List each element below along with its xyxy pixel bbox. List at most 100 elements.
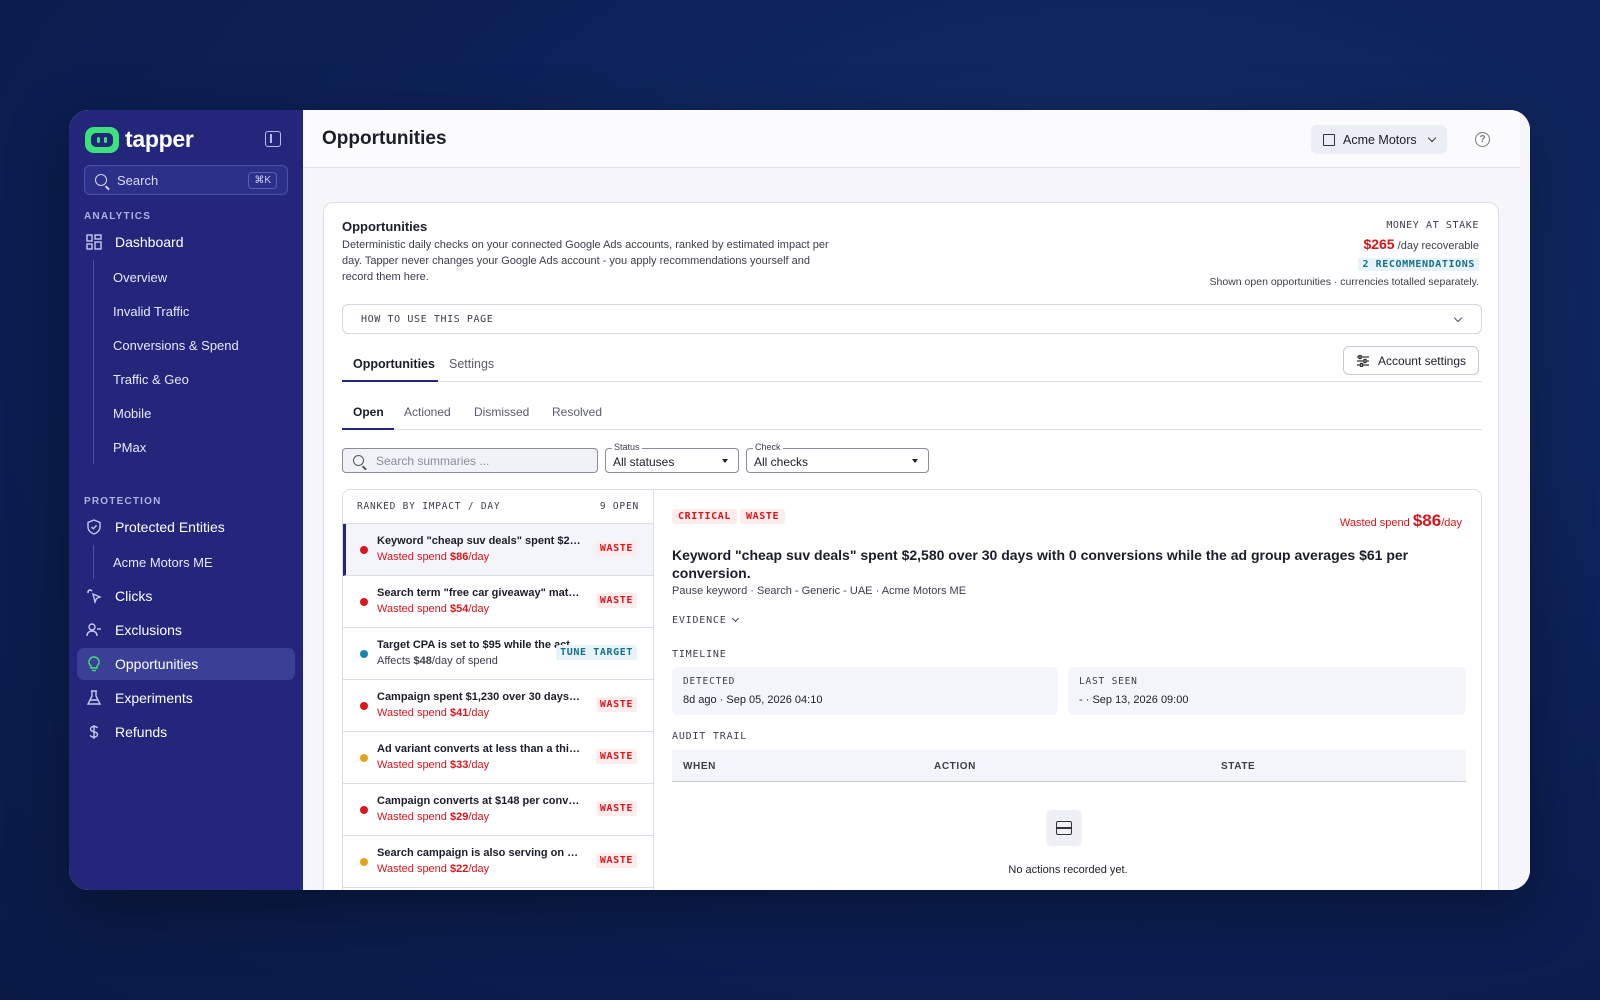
main-tabs: Opportunities Settings	[342, 349, 1482, 382]
tab-opportunities[interactable]: Opportunities	[353, 357, 435, 371]
severity-dot	[360, 754, 368, 762]
list-item[interactable]: Search campaign is also serving on the d…	[343, 836, 653, 888]
list-item[interactable]: Campaign spent $1,230 over 30 days witho…	[343, 680, 653, 732]
sidebar-item-opportunities[interactable]: Opportunities	[77, 648, 295, 680]
list-item-title: Campaign converts at $148 per conversion…	[377, 795, 581, 807]
building-icon	[1323, 133, 1335, 146]
sidebar-subitem-acme-motors-me[interactable]: Acme Motors ME	[94, 545, 284, 579]
sidebar-subitem-overview[interactable]: Overview	[94, 260, 284, 294]
app-window: tapper Search ⌘K ANALYTICS Dashboard Ove…	[69, 110, 1530, 890]
sidebar-item-dashboard[interactable]: Dashboard	[77, 226, 295, 258]
sidebar-subitem-traffic-geo[interactable]: Traffic & Geo	[94, 362, 284, 396]
search-icon	[353, 455, 364, 466]
click-icon	[85, 587, 103, 605]
sidebar-subitem-invalid-traffic[interactable]: Invalid Traffic	[94, 294, 284, 328]
list-item-title: Campaign spent $1,230 over 30 days witho…	[377, 691, 581, 703]
caret-down-icon	[912, 459, 918, 463]
list-item-tag: TUNE TARGET	[556, 645, 637, 660]
active-subtab-indicator	[342, 428, 394, 430]
timeline-label: TIMELINE	[672, 649, 727, 660]
sidebar-item-label: Exclusions	[115, 622, 182, 638]
list-item-title: Ad variant converts at less than a third…	[377, 743, 581, 755]
account-switcher[interactable]: Acme Motors	[1311, 125, 1447, 154]
status-tabs: Open Actioned Dismissed Resolved	[342, 398, 1482, 430]
severity-badge: CRITICAL	[672, 509, 737, 524]
sidebar-search[interactable]: Search ⌘K	[84, 165, 288, 195]
status-select-label: Status	[612, 442, 642, 452]
sidebar: tapper Search ⌘K ANALYTICS Dashboard Ove…	[69, 110, 303, 890]
tab-open[interactable]: Open	[353, 405, 384, 419]
evidence-label: EVIDENCE	[672, 615, 727, 626]
list-item-tag: WASTE	[595, 541, 637, 556]
list-item-tag: WASTE	[595, 697, 637, 712]
sidebar-item-label: Dashboard	[115, 234, 184, 250]
how-to-use-accordion[interactable]: HOW TO USE THIS PAGE	[342, 304, 1482, 334]
check-select[interactable]: Check All checks	[746, 442, 929, 473]
list-item-tag: WASTE	[595, 853, 637, 868]
severity-dot	[360, 598, 368, 606]
opportunity-list: RANKED BY IMPACT / DAY 9 OPEN Keyword "c…	[342, 489, 654, 890]
logo[interactable]: tapper	[85, 126, 194, 153]
sidebar-item-refunds[interactable]: Refunds	[77, 716, 295, 748]
list-item[interactable]: Keyword "cheap suv deals" spent $2,580 o…	[343, 524, 653, 576]
summary-search-input[interactable]: Search summaries ...	[342, 448, 598, 473]
sidebar-item-clicks[interactable]: Clicks	[77, 580, 295, 612]
sidebar-item-label: Opportunities	[115, 656, 199, 672]
list-item-impact: Wasted spend $41/day	[377, 707, 490, 719]
tab-settings[interactable]: Settings	[449, 357, 494, 371]
list-item-impact: Affects $48/day of spend	[377, 655, 498, 667]
detected-label: DETECTED	[683, 676, 736, 687]
sidebar-subitem-conversions-spend[interactable]: Conversions & Spend	[94, 328, 284, 362]
list-item[interactable]: Campaign converts at $148 per conversion…	[343, 784, 653, 836]
detected-box: DETECTED 8d ago · Sep 05, 2026 04:10	[672, 667, 1058, 715]
recommendations-badge: 2 RECOMMENDATIONS	[1358, 258, 1479, 271]
list-item-impact: Wasted spend $29/day	[377, 811, 490, 823]
caret-down-icon	[722, 459, 728, 463]
sidebar-item-label: Experiments	[115, 690, 193, 706]
main-content: Opportunities Acme Motors ? Opportunitie…	[303, 110, 1530, 890]
evidence-toggle[interactable]: EVIDENCE	[672, 614, 739, 626]
how-to-label: HOW TO USE THIS PAGE	[361, 313, 494, 325]
tab-actioned[interactable]: Actioned	[404, 405, 451, 419]
list-item-impact: Wasted spend $86/day	[377, 551, 490, 563]
col-action: ACTION	[934, 761, 976, 772]
list-item-title: Search term "free car giveaway" matched …	[377, 587, 581, 599]
collapse-sidebar-icon[interactable]	[265, 131, 281, 147]
sidebar-item-exclusions[interactable]: Exclusions	[77, 614, 295, 646]
empty-state-text: No actions recorded yet.	[1008, 864, 1128, 876]
shield-icon	[85, 518, 103, 536]
list-item-title: Target CPA is set to $95 while the actua…	[377, 639, 581, 651]
category-badge: WASTE	[740, 509, 786, 524]
sidebar-item-label: Refunds	[115, 724, 168, 740]
grid-icon	[85, 233, 103, 251]
status-select[interactable]: Status All statuses	[605, 442, 739, 473]
sidebar-item-protected-entities[interactable]: Protected Entities	[77, 511, 295, 543]
sidebar-subitem-pmax[interactable]: PMax	[94, 430, 284, 464]
user-minus-icon	[85, 621, 103, 639]
list-header-sort: RANKED BY IMPACT / DAY	[357, 501, 501, 512]
list-item-tag: WASTE	[595, 593, 637, 608]
inbox-icon	[1046, 810, 1082, 846]
page-title: Opportunities	[322, 128, 447, 149]
severity-dot	[360, 858, 368, 866]
tab-dismissed[interactable]: Dismissed	[474, 405, 529, 419]
active-tab-indicator	[342, 380, 438, 382]
dashboard-submenu: Overview Invalid Traffic Conversions & S…	[93, 260, 284, 464]
logo-icon	[85, 126, 119, 153]
opportunities-card: Opportunities Deterministic daily checks…	[323, 202, 1499, 890]
list-item[interactable]: Target CPA is set to $95 while the actua…	[343, 628, 653, 680]
list-item[interactable]: Search term "free car giveaway" matched …	[343, 576, 653, 628]
flask-icon	[85, 689, 103, 707]
help-icon[interactable]: ?	[1475, 132, 1490, 147]
detected-value: 8d ago · Sep 05, 2026 04:10	[683, 694, 823, 706]
account-settings-button[interactable]: Account settings	[1342, 346, 1479, 375]
search-shortcut: ⌘K	[248, 171, 277, 189]
sidebar-item-experiments[interactable]: Experiments	[77, 682, 295, 714]
top-bar: Opportunities Acme Motors ?	[303, 110, 1520, 168]
tab-resolved[interactable]: Resolved	[552, 405, 602, 419]
sidebar-item-label: Protected Entities	[115, 519, 225, 535]
list-item[interactable]: Ad variant converts at less than a third…	[343, 732, 653, 784]
stake-note: Shown open opportunities · currencies to…	[1209, 276, 1479, 288]
sidebar-subitem-mobile[interactable]: Mobile	[94, 396, 284, 430]
list-item-impact: Wasted spend $22/day	[377, 863, 490, 875]
